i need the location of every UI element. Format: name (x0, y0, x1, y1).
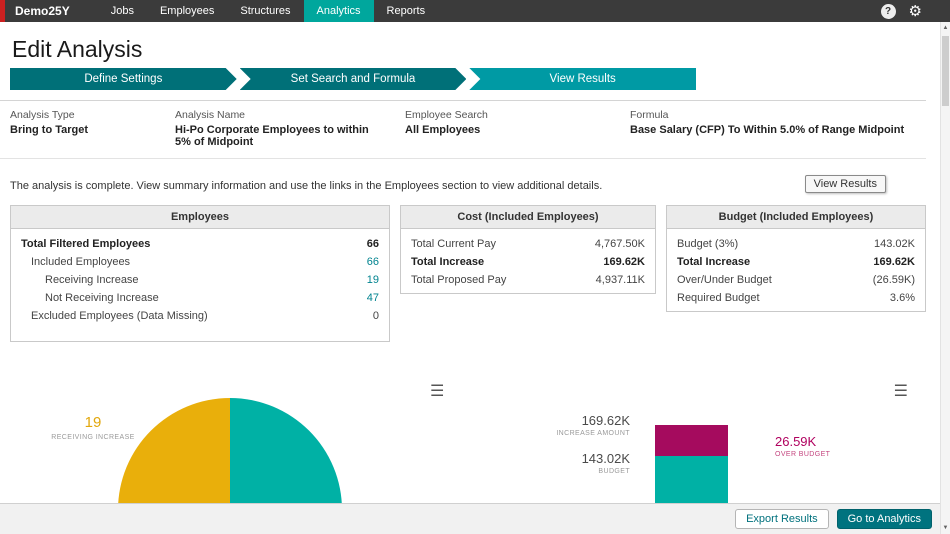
cost-panel-body: Total Current Pay 4,767.50K Total Increa… (401, 229, 655, 293)
nav-item-structures[interactable]: Structures (227, 0, 303, 22)
table-row: Not Receiving Increase 47 (11, 289, 389, 307)
not-receiving-increase-link[interactable]: 47 (367, 292, 379, 304)
over-budget-value: 26.59K (775, 434, 817, 449)
page-title: Edit Analysis (12, 36, 143, 62)
top-navbar: Demo25Y Jobs Employees Structures Analyt… (0, 0, 950, 22)
pie-callout-value: 19 (84, 414, 102, 431)
table-row: Total Proposed Pay 4,937.11K (401, 271, 655, 289)
analysis-summary: Analysis Type Bring to Target Analysis N… (0, 100, 926, 159)
increase-amount-annotation: 169.62K INCREASE AMOUNT (520, 413, 630, 437)
nav-item-analytics[interactable]: Analytics (303, 0, 374, 22)
gear-icon[interactable]: ⚙ (909, 4, 922, 19)
budget-annotation: 143.02K BUDGET (520, 451, 630, 475)
summary-field-label: Formula (630, 109, 669, 121)
budget-panel: Budget (Included Employees) Budget (3%) … (666, 205, 926, 312)
included-employees-link[interactable]: 66 (367, 256, 379, 268)
table-row: Over/Under Budget (26.59K) (667, 271, 925, 289)
row-label: Included Employees (31, 256, 131, 268)
employees-panel-header: Employees (11, 206, 389, 229)
increase-amount-label: INCREASE AMOUNT (556, 430, 630, 437)
summary-field-label: Analysis Type (10, 109, 75, 121)
total-current-pay-value: 4,767.50K (594, 238, 645, 250)
export-results-button[interactable]: Export Results (735, 509, 829, 529)
wizard-step-set-search-and-formula[interactable]: Set Search and Formula (240, 68, 467, 90)
row-label: Total Increase (411, 256, 485, 268)
scroll-down-icon[interactable]: ▼ (941, 525, 950, 531)
go-to-analytics-button[interactable]: Go to Analytics (836, 509, 932, 529)
row-label: Total Proposed Pay (411, 274, 507, 286)
budget-panel-body: Budget (3%) 143.02K Total Increase 169.6… (667, 229, 925, 311)
over-under-budget-value: (26.59K) (872, 274, 915, 286)
wizard-step-define-settings[interactable]: Define Settings (10, 68, 237, 90)
status-message: The analysis is complete. View summary i… (10, 180, 603, 192)
row-label: Budget (3%) (677, 238, 739, 250)
total-increase-value: 169.62K (603, 256, 645, 268)
total-proposed-pay-value: 4,937.11K (595, 274, 645, 286)
wizard-step-view-results[interactable]: View Results (469, 68, 697, 90)
table-row: Required Budget 3.6% (667, 289, 925, 307)
row-label: Over/Under Budget (677, 274, 772, 286)
summary-field-value: Bring to Target (10, 124, 89, 136)
table-row: Total Filtered Employees 66 (11, 235, 389, 253)
summary-field-label: Analysis Name (175, 109, 246, 121)
budget-panel-header: Budget (Included Employees) (667, 206, 925, 229)
scroll-up-icon[interactable]: ▲ (941, 25, 950, 31)
employees-panel: Employees Total Filtered Employees 66 In… (10, 205, 390, 342)
row-label: Total Filtered Employees (21, 238, 151, 250)
nav-item-jobs[interactable]: Jobs (98, 0, 147, 22)
excluded-employees-value: 0 (372, 310, 379, 322)
pie-chart-menu-icon[interactable]: ☰ (430, 384, 444, 400)
table-row: Included Employees 66 (11, 253, 389, 271)
navbar-right-actions: ? ⚙ (880, 0, 950, 22)
pie-callout: 19 RECEIVING INCREASE (38, 414, 148, 441)
nav-item-reports[interactable]: Reports (374, 0, 439, 22)
row-label: Receiving Increase (45, 274, 139, 286)
over-budget-label: OVER BUDGET (775, 451, 831, 458)
summary-field-analysis-type: Analysis Type Bring to Target (10, 109, 175, 148)
vertical-scrollbar[interactable]: ▲ ▼ (940, 22, 950, 534)
help-icon[interactable]: ? (880, 3, 896, 19)
summary-field-employee-search: Employee Search All Employees (405, 109, 630, 148)
table-row: Receiving Increase 19 (11, 271, 389, 289)
cost-panel-header: Cost (Included Employees) (401, 206, 655, 229)
receiving-increase-link[interactable]: 19 (367, 274, 379, 286)
summary-field-value: Hi-Po Corporate Employees to within 5% o… (175, 124, 369, 148)
scrollbar-thumb[interactable] (942, 36, 949, 106)
budget-annotation-value: 143.02K (581, 451, 630, 466)
table-row: Budget (3%) 143.02K (667, 235, 925, 253)
row-label: Required Budget (677, 292, 760, 304)
table-row: Total Increase 169.62K (667, 253, 925, 271)
nav-item-employees[interactable]: Employees (147, 0, 227, 22)
results-panels: Employees Total Filtered Employees 66 In… (10, 205, 926, 342)
cost-panel: Cost (Included Employees) Total Current … (400, 205, 656, 294)
view-results-button[interactable]: View Results (804, 175, 886, 193)
increase-amount-value: 169.62K (581, 413, 630, 428)
table-row: Total Current Pay 4,767.50K (401, 235, 655, 253)
app-brand[interactable]: Demo25Y (5, 0, 80, 22)
summary-field-formula: Formula Base Salary (CFP) To Within 5.0%… (630, 109, 926, 148)
row-label: Excluded Employees (Data Missing) (31, 310, 208, 322)
summary-field-label: Employee Search (405, 109, 488, 121)
over-budget-bar-segment[interactable] (655, 425, 728, 456)
row-label: Total Increase (677, 256, 751, 268)
footer-bar: Export Results Go to Analytics (0, 503, 940, 534)
budget-annotation-label: BUDGET (598, 468, 630, 475)
summary-field-value: Base Salary (CFP) To Within 5.0% of Rang… (630, 124, 905, 136)
employees-panel-body: Total Filtered Employees 66 Included Emp… (11, 229, 389, 341)
wizard-steps: Define Settings Set Search and Formula V… (10, 68, 697, 90)
pie-callout-label: RECEIVING INCREASE (51, 434, 135, 441)
row-label: Not Receiving Increase (45, 292, 159, 304)
row-label: Total Current Pay (411, 238, 496, 250)
total-filtered-employees-value: 66 (366, 238, 379, 250)
bar-chart-menu-icon[interactable]: ☰ (894, 384, 908, 400)
summary-field-value: All Employees (405, 124, 481, 136)
table-row: Total Increase 169.62K (401, 253, 655, 271)
over-budget-annotation: 26.59K OVER BUDGET (775, 434, 885, 458)
budget-total-increase-value: 169.62K (873, 256, 915, 268)
summary-field-analysis-name: Analysis Name Hi-Po Corporate Employees … (175, 109, 405, 148)
budget-value: 143.02K (874, 238, 915, 250)
main-nav: Jobs Employees Structures Analytics Repo… (98, 0, 438, 22)
table-row: Excluded Employees (Data Missing) 0 (11, 307, 389, 325)
required-budget-value: 3.6% (889, 292, 915, 304)
